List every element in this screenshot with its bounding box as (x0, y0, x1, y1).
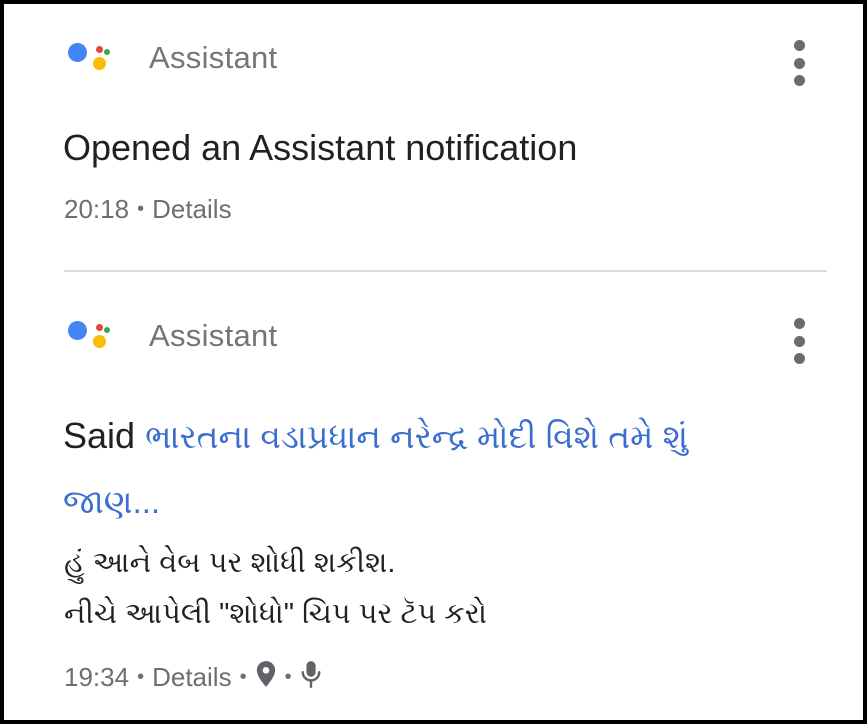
logo-blue-dot (68, 43, 87, 62)
logo-green-dot (104, 49, 110, 55)
logo-yellow-dot (93, 335, 106, 348)
logo-green-dot (104, 327, 110, 333)
card-divider (64, 270, 827, 272)
activity-meta: 20:18 • Details (64, 194, 232, 225)
more-options-button[interactable] (787, 318, 811, 364)
query-link[interactable]: ભારતના વડાપ્રધાન નરેન્દ્ર મોદી વિશે તમે … (63, 418, 688, 520)
location-pin-icon (255, 660, 277, 695)
menu-dot-icon (793, 318, 805, 329)
meta-separator: • (239, 666, 247, 688)
activity-feed: Assistant Opened an Assistant notificati… (0, 0, 867, 724)
title-prefix: Said (63, 415, 136, 456)
assistant-logo-icon (66, 316, 112, 356)
card-header: Assistant (66, 316, 277, 356)
menu-dot-icon (793, 57, 805, 69)
card-header: Assistant (66, 38, 277, 78)
activity-time: 19:34 (64, 662, 130, 692)
meta-separator: • (284, 666, 292, 688)
activity-card-query: Assistant Said ભારતના વડાપ્રધાન નરેન્દ્ર… (4, 274, 863, 720)
activity-time: 20:18 (64, 194, 130, 224)
menu-dot-icon (793, 40, 805, 51)
logo-yellow-dot (93, 57, 106, 70)
activity-meta: 19:34 • Details • • (64, 659, 322, 696)
microphone-icon (300, 659, 322, 696)
details-link[interactable]: Details (152, 662, 231, 693)
menu-dot-icon (793, 335, 805, 347)
assistant-logo-icon (66, 38, 112, 78)
app-name: Assistant (149, 318, 278, 353)
response-line: નીચે આપેલી "શોધો" ચિપ પર ટૅપ કરો (64, 597, 488, 630)
app-name: Assistant (149, 40, 278, 75)
activity-card-notification: Assistant Opened an Assistant notificati… (4, 4, 863, 272)
logo-blue-dot (68, 321, 87, 340)
meta-separator: • (137, 198, 145, 220)
logo-red-dot (96, 324, 103, 331)
details-link[interactable]: Details (152, 194, 231, 225)
meta-separator: • (137, 666, 145, 688)
activity-title: Said ભારતના વડાપ્રધાન નરેન્દ્ર મોદી વિશે… (63, 404, 743, 534)
response-line: હું આને વેબ પર શોધી શકીશ. (64, 547, 396, 579)
logo-red-dot (96, 46, 103, 53)
menu-dot-icon (793, 353, 805, 364)
activity-title: Opened an Assistant notification (63, 127, 578, 168)
menu-dot-icon (793, 75, 805, 86)
more-options-button[interactable] (787, 40, 811, 86)
assistant-response: હું આને વેબ પર શોધી શકીશ. નીચે આપેલી "શો… (64, 538, 743, 640)
